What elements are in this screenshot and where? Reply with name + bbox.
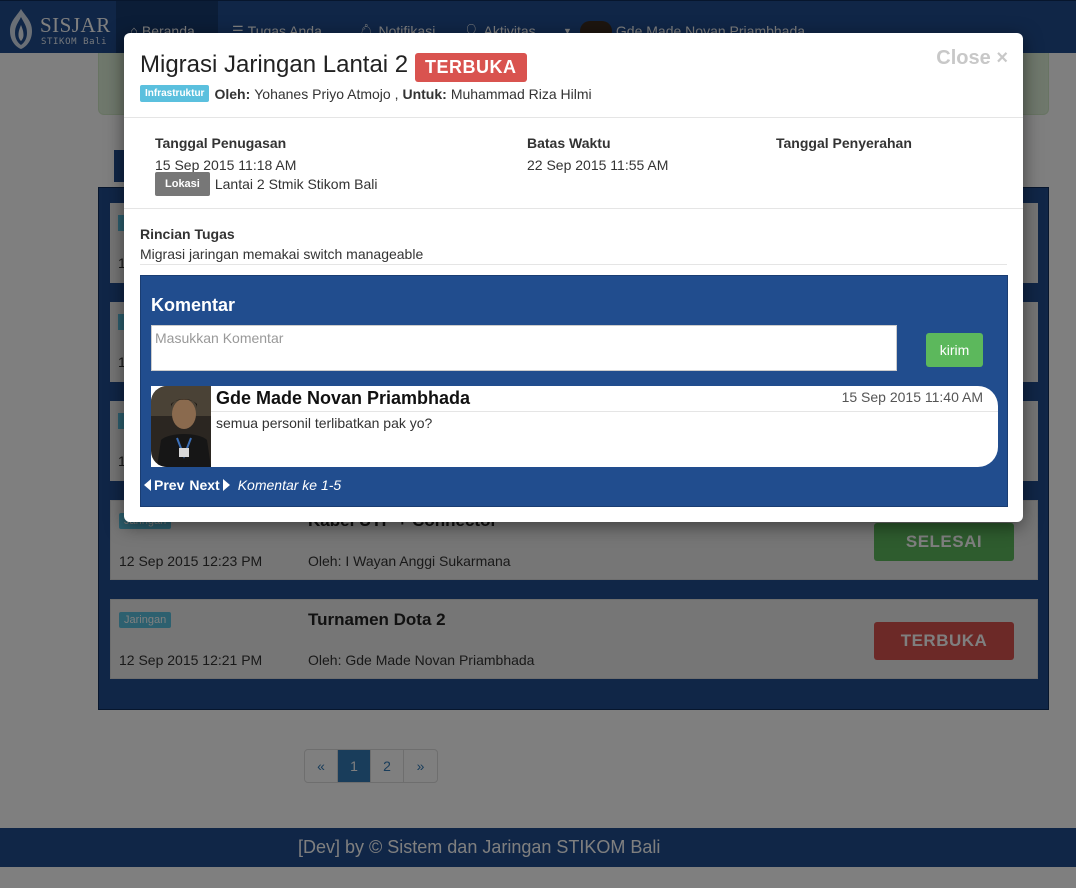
location-value: Lantai 2 Stmik Stikom Bali [214, 176, 378, 192]
untuk-value: Muhammad Riza Hilmi [450, 85, 592, 102]
modal-title: Migrasi Jaringan Lantai 2 [140, 51, 409, 78]
comment-item: Gde Made Novan Priambhada 15 Sep 2015 11… [151, 386, 998, 467]
submitted-date-block: Tanggal Penyerahan [776, 135, 912, 151]
details-divider [140, 264, 1007, 265]
assigned-date-value: 15 Sep 2015 11:18 AM [155, 157, 297, 173]
oleh-value: Yohanes Priyo Atmojo , [254, 85, 399, 102]
category-badge: Infrastruktur [140, 85, 210, 102]
details-label: Rincian Tugas [140, 226, 235, 242]
comments-title: Komentar [151, 295, 236, 315]
comments-prev-button[interactable]: Prev [144, 477, 184, 493]
send-comment-button[interactable]: kirim [926, 333, 983, 367]
comments-next-button[interactable]: Next [189, 477, 230, 493]
comment-divider [211, 411, 998, 412]
submitted-date-label: Tanggal Penyerahan [776, 135, 912, 151]
task-meta: Infrastruktur Oleh: Yohanes Priyo Atmojo… [140, 85, 592, 102]
comment-text: semua personil terlibatkan pak yo? [216, 415, 433, 431]
deadline-label: Batas Waktu [527, 135, 611, 151]
location-row: Lokasi Lantai 2 Stmik Stikom Bali [155, 172, 377, 196]
status-badge: TERBUKA [415, 53, 527, 82]
oleh-label: Oleh: [214, 85, 251, 102]
task-detail-modal: Migrasi Jaringan Lantai 2 TERBUKA Close … [124, 33, 1023, 522]
comments-count: Komentar ke 1-5 [237, 477, 342, 493]
assigned-date-label: Tanggal Penugasan [155, 135, 287, 151]
assigned-date-block: Tanggal Penugasan 15 Sep 2015 11:18 AM [155, 135, 296, 173]
body-divider [124, 208, 1023, 209]
untuk-label: Untuk: [402, 85, 447, 102]
triangle-right-icon [222, 479, 230, 491]
comment-avatar [151, 386, 211, 467]
comments-panel: Komentar kirim Gde Made Novan Priambhada… [140, 275, 1008, 507]
header-divider [124, 117, 1023, 118]
comment-author: Gde Made Novan Priambhada [216, 388, 471, 408]
location-badge: Lokasi [155, 172, 210, 196]
triangle-left-icon [144, 479, 151, 491]
comment-timestamp: 15 Sep 2015 11:40 AM [841, 389, 983, 405]
close-button[interactable]: Close × [936, 47, 1008, 70]
deadline-block: Batas Waktu 22 Sep 2015 11:55 AM [527, 135, 668, 173]
next-label: Next [189, 477, 220, 493]
comments-pagination: Prev Next Komentar ke 1-5 [144, 477, 341, 493]
comment-input[interactable] [151, 325, 897, 371]
details-value: Migrasi jaringan memakai switch manageab… [140, 246, 424, 262]
prev-label: Prev [154, 477, 185, 493]
deadline-value: 22 Sep 2015 11:55 AM [527, 157, 669, 173]
